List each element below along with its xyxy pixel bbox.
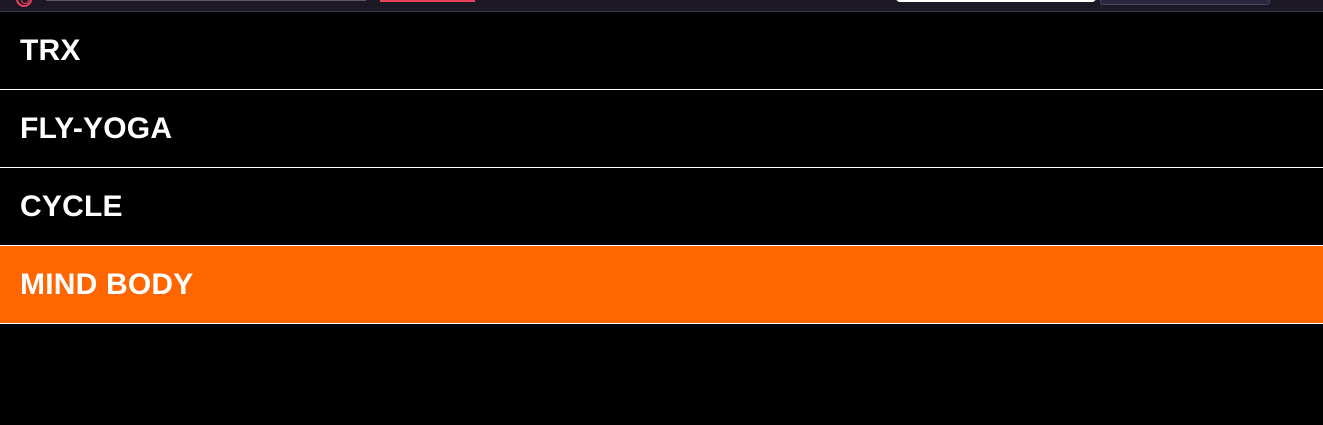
menu-item-label: FLY-YOGA — [20, 111, 173, 145]
circle-logo-icon[interactable] — [16, 0, 32, 7]
menu-item-mind-body[interactable]: MIND BODY — [0, 246, 1323, 324]
menu-item-fly-yoga[interactable]: FLY-YOGA — [0, 90, 1323, 168]
menu-item-label: CYCLE — [20, 189, 123, 223]
menu-item-trx[interactable]: TRX — [0, 12, 1323, 90]
top-bar-input[interactable] — [896, 0, 1096, 2]
top-bar — [0, 0, 1323, 12]
menu-item-label: TRX — [20, 33, 81, 67]
menu-list: TRX FLY-YOGA CYCLE MIND BODY — [0, 12, 1323, 324]
menu-item-label: MIND BODY — [20, 267, 194, 301]
top-bar-button[interactable] — [1100, 0, 1270, 5]
menu-item-cycle[interactable]: CYCLE — [0, 168, 1323, 246]
top-bar-text — [46, 0, 366, 1]
top-bar-link[interactable] — [380, 0, 475, 2]
